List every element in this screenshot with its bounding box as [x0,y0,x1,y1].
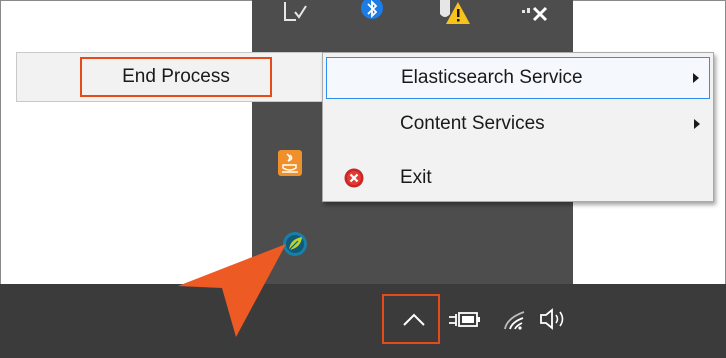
menu-item-elasticsearch-service[interactable]: Elasticsearch Service [326,57,710,99]
tray-context-menu: Elasticsearch Service Content Services E… [322,52,714,202]
menu-item-label: Elasticsearch Service [401,67,583,88]
menu-item-exit[interactable]: Exit [326,157,710,199]
menu-item-label: Exit [400,167,432,188]
end-process-label: End Process [122,66,230,87]
end-process-item[interactable]: End Process [80,57,272,97]
menu-item-label: Content Services [400,113,545,134]
menu-item-content-services[interactable]: Content Services [326,103,710,145]
submenu-arrow-icon [693,73,699,83]
end-process-menu: End Process [16,52,324,102]
exit-x-icon [344,168,364,188]
submenu-arrow-icon [694,119,700,129]
